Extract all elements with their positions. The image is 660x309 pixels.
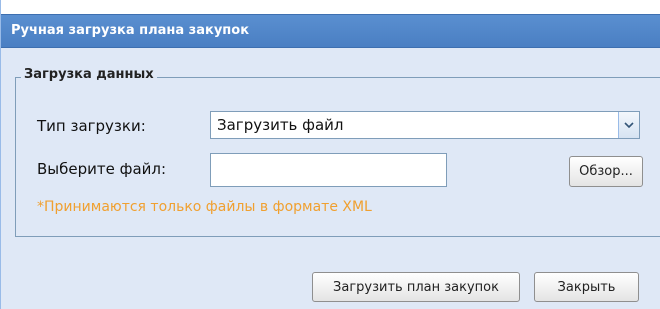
upload-plan-button[interactable]: Загрузить план закупок bbox=[312, 272, 520, 302]
chevron-down-icon[interactable] bbox=[618, 112, 639, 138]
file-path-input[interactable] bbox=[210, 153, 447, 187]
file-label: Выберите файл: bbox=[37, 160, 167, 178]
load-type-combobox[interactable]: Загрузить файл bbox=[210, 111, 640, 139]
browse-button[interactable]: Обзор... bbox=[569, 156, 643, 187]
file-format-hint: *Принимаются только файлы в формате XML bbox=[37, 199, 372, 215]
dialog-title: Ручная загрузка плана закупок bbox=[11, 23, 250, 38]
load-type-label: Тип загрузки: bbox=[37, 117, 146, 135]
fieldset-legend: Загрузка данных bbox=[21, 67, 157, 82]
dialog-title-bar[interactable]: Ручная загрузка плана закупок bbox=[1, 14, 660, 48]
close-button[interactable]: Закрыть bbox=[534, 272, 639, 302]
upload-plan-button-label: Загрузить план закупок bbox=[333, 279, 499, 295]
top-strip bbox=[1, 0, 660, 14]
close-button-label: Закрыть bbox=[557, 279, 616, 295]
manual-upload-dialog: Ручная загрузка плана закупок Загрузка д… bbox=[0, 0, 660, 309]
browse-button-label: Обзор... bbox=[579, 164, 633, 179]
load-type-value: Загрузить файл bbox=[217, 116, 344, 134]
